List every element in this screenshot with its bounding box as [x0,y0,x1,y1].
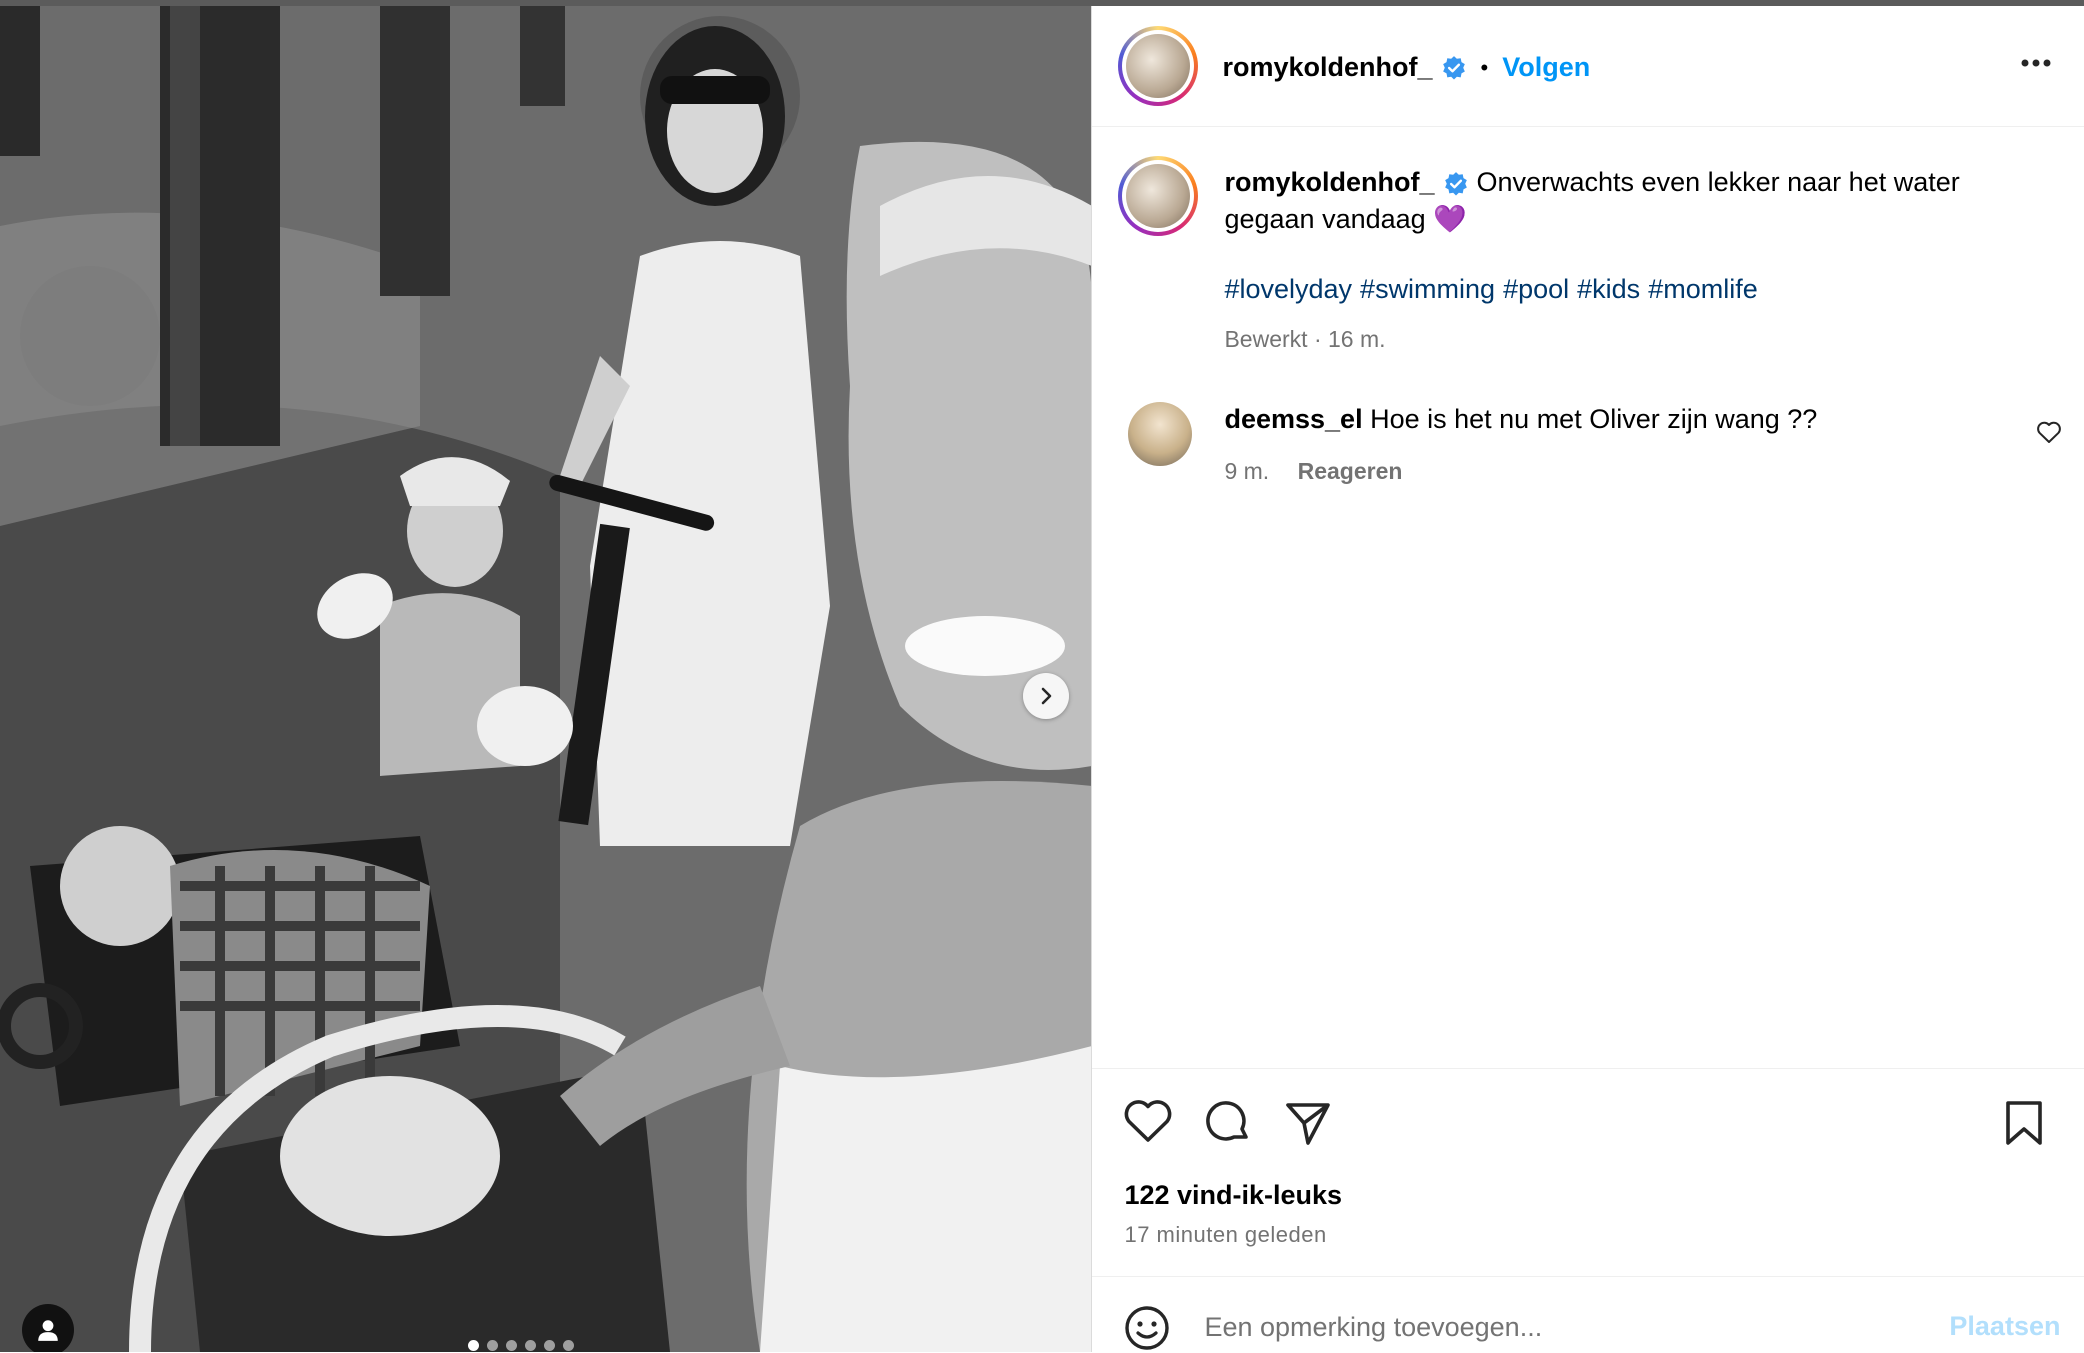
share-icon[interactable] [1284,1099,1332,1147]
post-header: romykoldenhof_ • Volgen [1092,6,2084,127]
author-username[interactable]: romykoldenhof_ [1222,52,1432,83]
verified-badge-icon [1442,55,1465,79]
commenter-avatar[interactable] [1128,402,1193,466]
carousel-dot [544,1340,555,1351]
follow-button[interactable]: Volgen [1502,52,1590,83]
commenter-username[interactable]: deemss_el [1224,404,1362,434]
comment: deemss_el Hoe is het nu met Oliver zijn … [1224,404,1817,435]
like-count[interactable]: 122 vind-ik-leuks [1124,1180,1342,1211]
post-timestamp[interactable]: 17 minuten geleden [1124,1222,1326,1248]
heart-icon[interactable] [1124,1099,1172,1143]
post-details-panel: romykoldenhof_ • Volgen romykoldenhof_ On… [1091,6,2084,1353]
hashtag-link[interactable]: #momlife [1648,274,1758,304]
reply-button[interactable]: Reageren [1298,458,1403,484]
hashtag-list: #lovelyday #swimming #pool #kids #momlife [1224,274,1765,305]
hashtag-link[interactable]: #swimming [1360,274,1495,304]
meta-separator: · [1313,326,1322,352]
hashtag-link[interactable]: #lovelyday [1224,274,1352,304]
caption-username[interactable]: romykoldenhof_ [1224,167,1434,197]
carousel-indicator [468,1340,574,1351]
carousel-dot [506,1340,517,1351]
user-tags-button[interactable] [22,1304,74,1352]
author-avatar[interactable] [1118,26,1199,106]
post-caption: romykoldenhof_ Onverwachts even lekker na… [1224,164,2044,238]
caption-meta: Bewerkt · 16 m. [1224,326,1385,353]
edited-label: Bewerkt [1224,326,1308,352]
action-bar [1092,1068,2084,1169]
post-view: romykoldenhof_ • Volgen romykoldenhof_ On… [0,6,2084,1353]
hashtag-link[interactable]: #kids [1577,274,1640,304]
bookmark-icon[interactable] [2002,1099,2046,1147]
carousel-dot [563,1340,574,1351]
emoji-icon[interactable] [1124,1305,1170,1351]
add-comment-bar: Plaatsen [1092,1276,2084,1353]
comment-meta: 9 m. Reageren [1224,458,1402,485]
more-options-icon[interactable] [2020,58,2052,68]
photo-scene [0,6,1092,1352]
carousel-dot [487,1340,498,1351]
caption-author-avatar[interactable] [1118,156,1199,236]
header-separator: • [1480,54,1489,80]
comment-icon[interactable] [1204,1099,1252,1147]
author-line: romykoldenhof_ • Volgen [1222,52,1590,83]
hashtag-link[interactable]: #pool [1503,274,1569,304]
chevron-right-icon [1041,687,1052,705]
comment-time[interactable]: 9 m. [1224,458,1269,484]
verified-badge-icon [1444,171,1467,196]
post-comment-button[interactable]: Plaatsen [1949,1311,2060,1342]
comment-text: Hoe is het nu met Oliver zijn wang ?? [1370,404,1818,434]
carousel-dot [525,1340,536,1351]
purple-heart-emoji: 💜 [1433,204,1467,234]
post-photo[interactable] [0,6,1092,1352]
carousel-next-button[interactable] [1023,673,1069,719]
caption-time[interactable]: 16 m. [1328,326,1386,352]
comment-heart-icon[interactable] [2036,420,2062,444]
user-tag-icon [38,1320,58,1341]
carousel-dot [468,1340,479,1351]
comment-input[interactable] [1202,1301,1907,1353]
